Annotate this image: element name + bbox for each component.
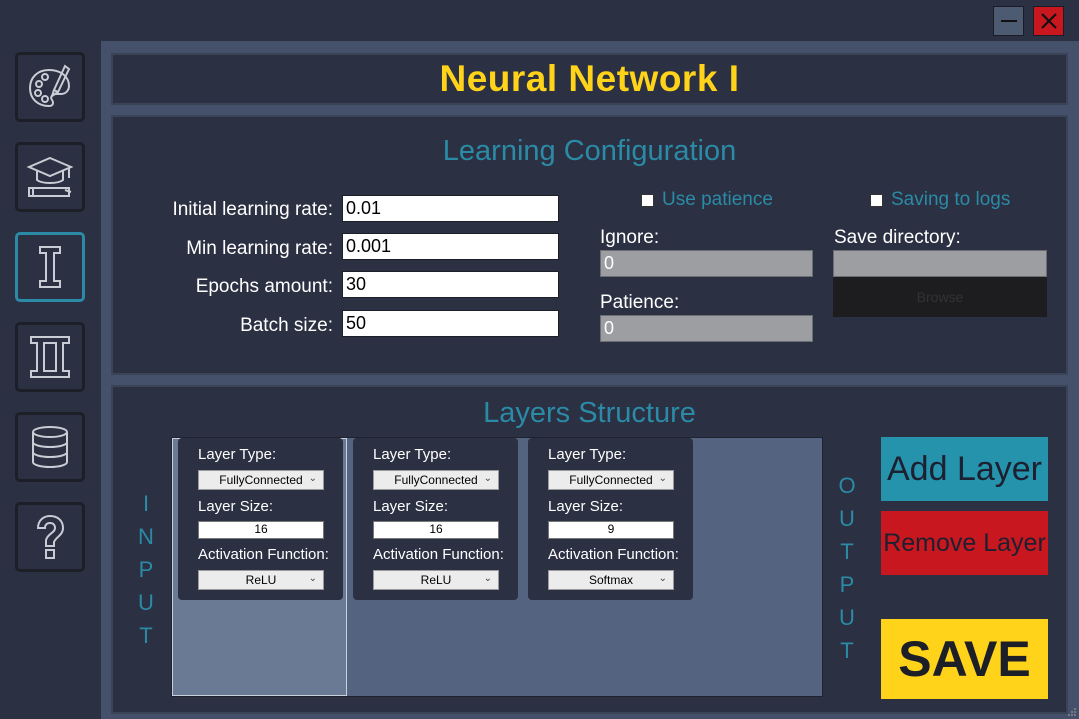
chevron-down-icon: ⌄ [483,473,492,484]
close-button[interactable] [1033,6,1064,36]
save-directory-label: Save directory: [834,227,961,248]
layer-type-select[interactable]: FullyConnected ⌄ [373,470,499,490]
minimize-icon [1000,20,1017,22]
use-patience-checkbox[interactable]: Use patience [641,189,773,211]
chevron-down-icon: ⌄ [483,573,492,584]
chevron-down-icon: ⌄ [308,573,317,584]
chevron-down-icon: ⌄ [658,573,667,584]
output-letter: T [840,638,854,663]
layers-area: Layer Type: FullyConnected ⌄ Layer Size: … [171,437,823,697]
activation-select[interactable]: ReLU ⌄ [373,570,499,590]
layer-type-select[interactable]: FullyConnected ⌄ [548,470,674,490]
ignore-label: Ignore: [600,227,660,248]
use-patience-label: Use patience [662,189,773,210]
epochs-input[interactable]: 30 [342,271,559,298]
learning-section-title: Learning Configuration [442,135,737,167]
layer-type-label: Layer Type: [198,446,277,463]
help-icon [36,514,65,559]
layer-type-label: Layer Type: [373,446,452,463]
activation-label: Activation Function: [198,546,329,563]
layer-card: Layer Type: FullyConnected ⌄ Layer Size: … [178,438,343,600]
minimize-button[interactable] [993,6,1024,36]
output-letter: T [840,539,854,564]
output-letter: U [839,506,855,531]
sidebar-item-help[interactable] [15,502,85,572]
save-directory-input[interactable] [833,250,1047,277]
activation-value: ReLU [245,573,277,587]
min-lr-label: Min learning rate: [186,238,333,259]
min-lr-input[interactable]: 0.001 [342,233,559,260]
sidebar-item-database[interactable] [15,412,85,482]
patience-label: Patience: [600,292,680,313]
input-letter: P [138,557,154,582]
layer-size-label: Layer Size: [548,498,624,515]
sidebar-item-network-one[interactable] [15,232,85,302]
database-icon [32,426,68,469]
input-letter: N [138,524,154,549]
initial-lr-input[interactable]: 0.01 [342,195,559,222]
resize-grip-icon[interactable] [1067,707,1077,717]
output-vertical-label: O U T P U T [835,469,859,667]
roman-one-icon [39,246,61,288]
saving-logs-checkbox[interactable]: Saving to logs [870,189,1010,211]
layer-size-input[interactable]: 16 [198,521,324,539]
chevron-down-icon: ⌄ [308,473,317,484]
checkbox-box[interactable] [870,193,883,207]
output-letter: U [839,605,855,630]
layer-card: Layer Type: FullyConnected ⌄ Layer Size: … [353,438,518,600]
chevron-down-icon: ⌄ [658,473,667,484]
close-icon [1040,13,1057,29]
activation-label: Activation Function: [548,546,679,563]
layer-type-value: FullyConnected [394,473,478,487]
add-layer-button[interactable]: Add Layer [881,437,1048,501]
layer-type-value: FullyConnected [219,473,303,487]
learning-configuration-panel: Learning Configuration Initial learning … [111,115,1068,375]
layer-type-select[interactable]: FullyConnected ⌄ [198,470,324,490]
checkbox-box[interactable] [641,193,654,207]
input-vertical-label: I N P U T [134,487,158,652]
header: Neural Network I [111,53,1068,105]
remove-layer-button[interactable]: Remove Layer [881,511,1048,575]
layers-structure-panel: Layers Structure I N P U T Layer Type: F… [111,385,1068,714]
layer-card: Layer Type: FullyConnected ⌄ Layer Size: … [528,438,693,600]
activation-value: Softmax [588,573,633,587]
layers-section-title: Layers Structure [483,397,696,429]
ignore-input[interactable]: 0 [600,250,813,277]
batch-size-label: Batch size: [240,315,333,336]
output-letter: P [839,572,855,597]
epochs-label: Epochs amount: [195,276,333,297]
activation-select[interactable]: Softmax ⌄ [548,570,674,590]
layer-type-value: FullyConnected [569,473,653,487]
page-title: Neural Network I [439,58,740,99]
initial-lr-label: Initial learning rate: [172,199,333,220]
graduation-cap-icon [26,156,74,197]
layer-size-input[interactable]: 16 [373,521,499,539]
browse-button[interactable]: Browse [833,277,1047,317]
sidebar-item-palette[interactable] [15,52,85,122]
layer-size-label: Layer Size: [373,498,449,515]
roman-two-icon [30,336,70,378]
layer-size-label: Layer Size: [198,498,274,515]
layer-size-input[interactable]: 9 [548,521,674,539]
batch-size-input[interactable]: 50 [342,310,559,337]
save-button[interactable]: SAVE [881,619,1048,699]
activation-label: Activation Function: [373,546,504,563]
activation-select[interactable]: ReLU ⌄ [198,570,324,590]
output-letter: O [838,473,856,498]
sidebar-item-network-two[interactable] [15,322,85,392]
palette-icon [28,64,71,108]
input-letter: U [138,590,154,615]
input-letter: T [139,623,153,648]
sidebar-item-training[interactable] [15,142,85,212]
main-content: Neural Network I Learning Configuration … [101,41,1079,719]
input-letter: I [142,491,150,516]
patience-input[interactable]: 0 [600,315,813,342]
layer-type-label: Layer Type: [548,446,627,463]
activation-value: ReLU [420,573,452,587]
saving-logs-label: Saving to logs [891,189,1011,210]
